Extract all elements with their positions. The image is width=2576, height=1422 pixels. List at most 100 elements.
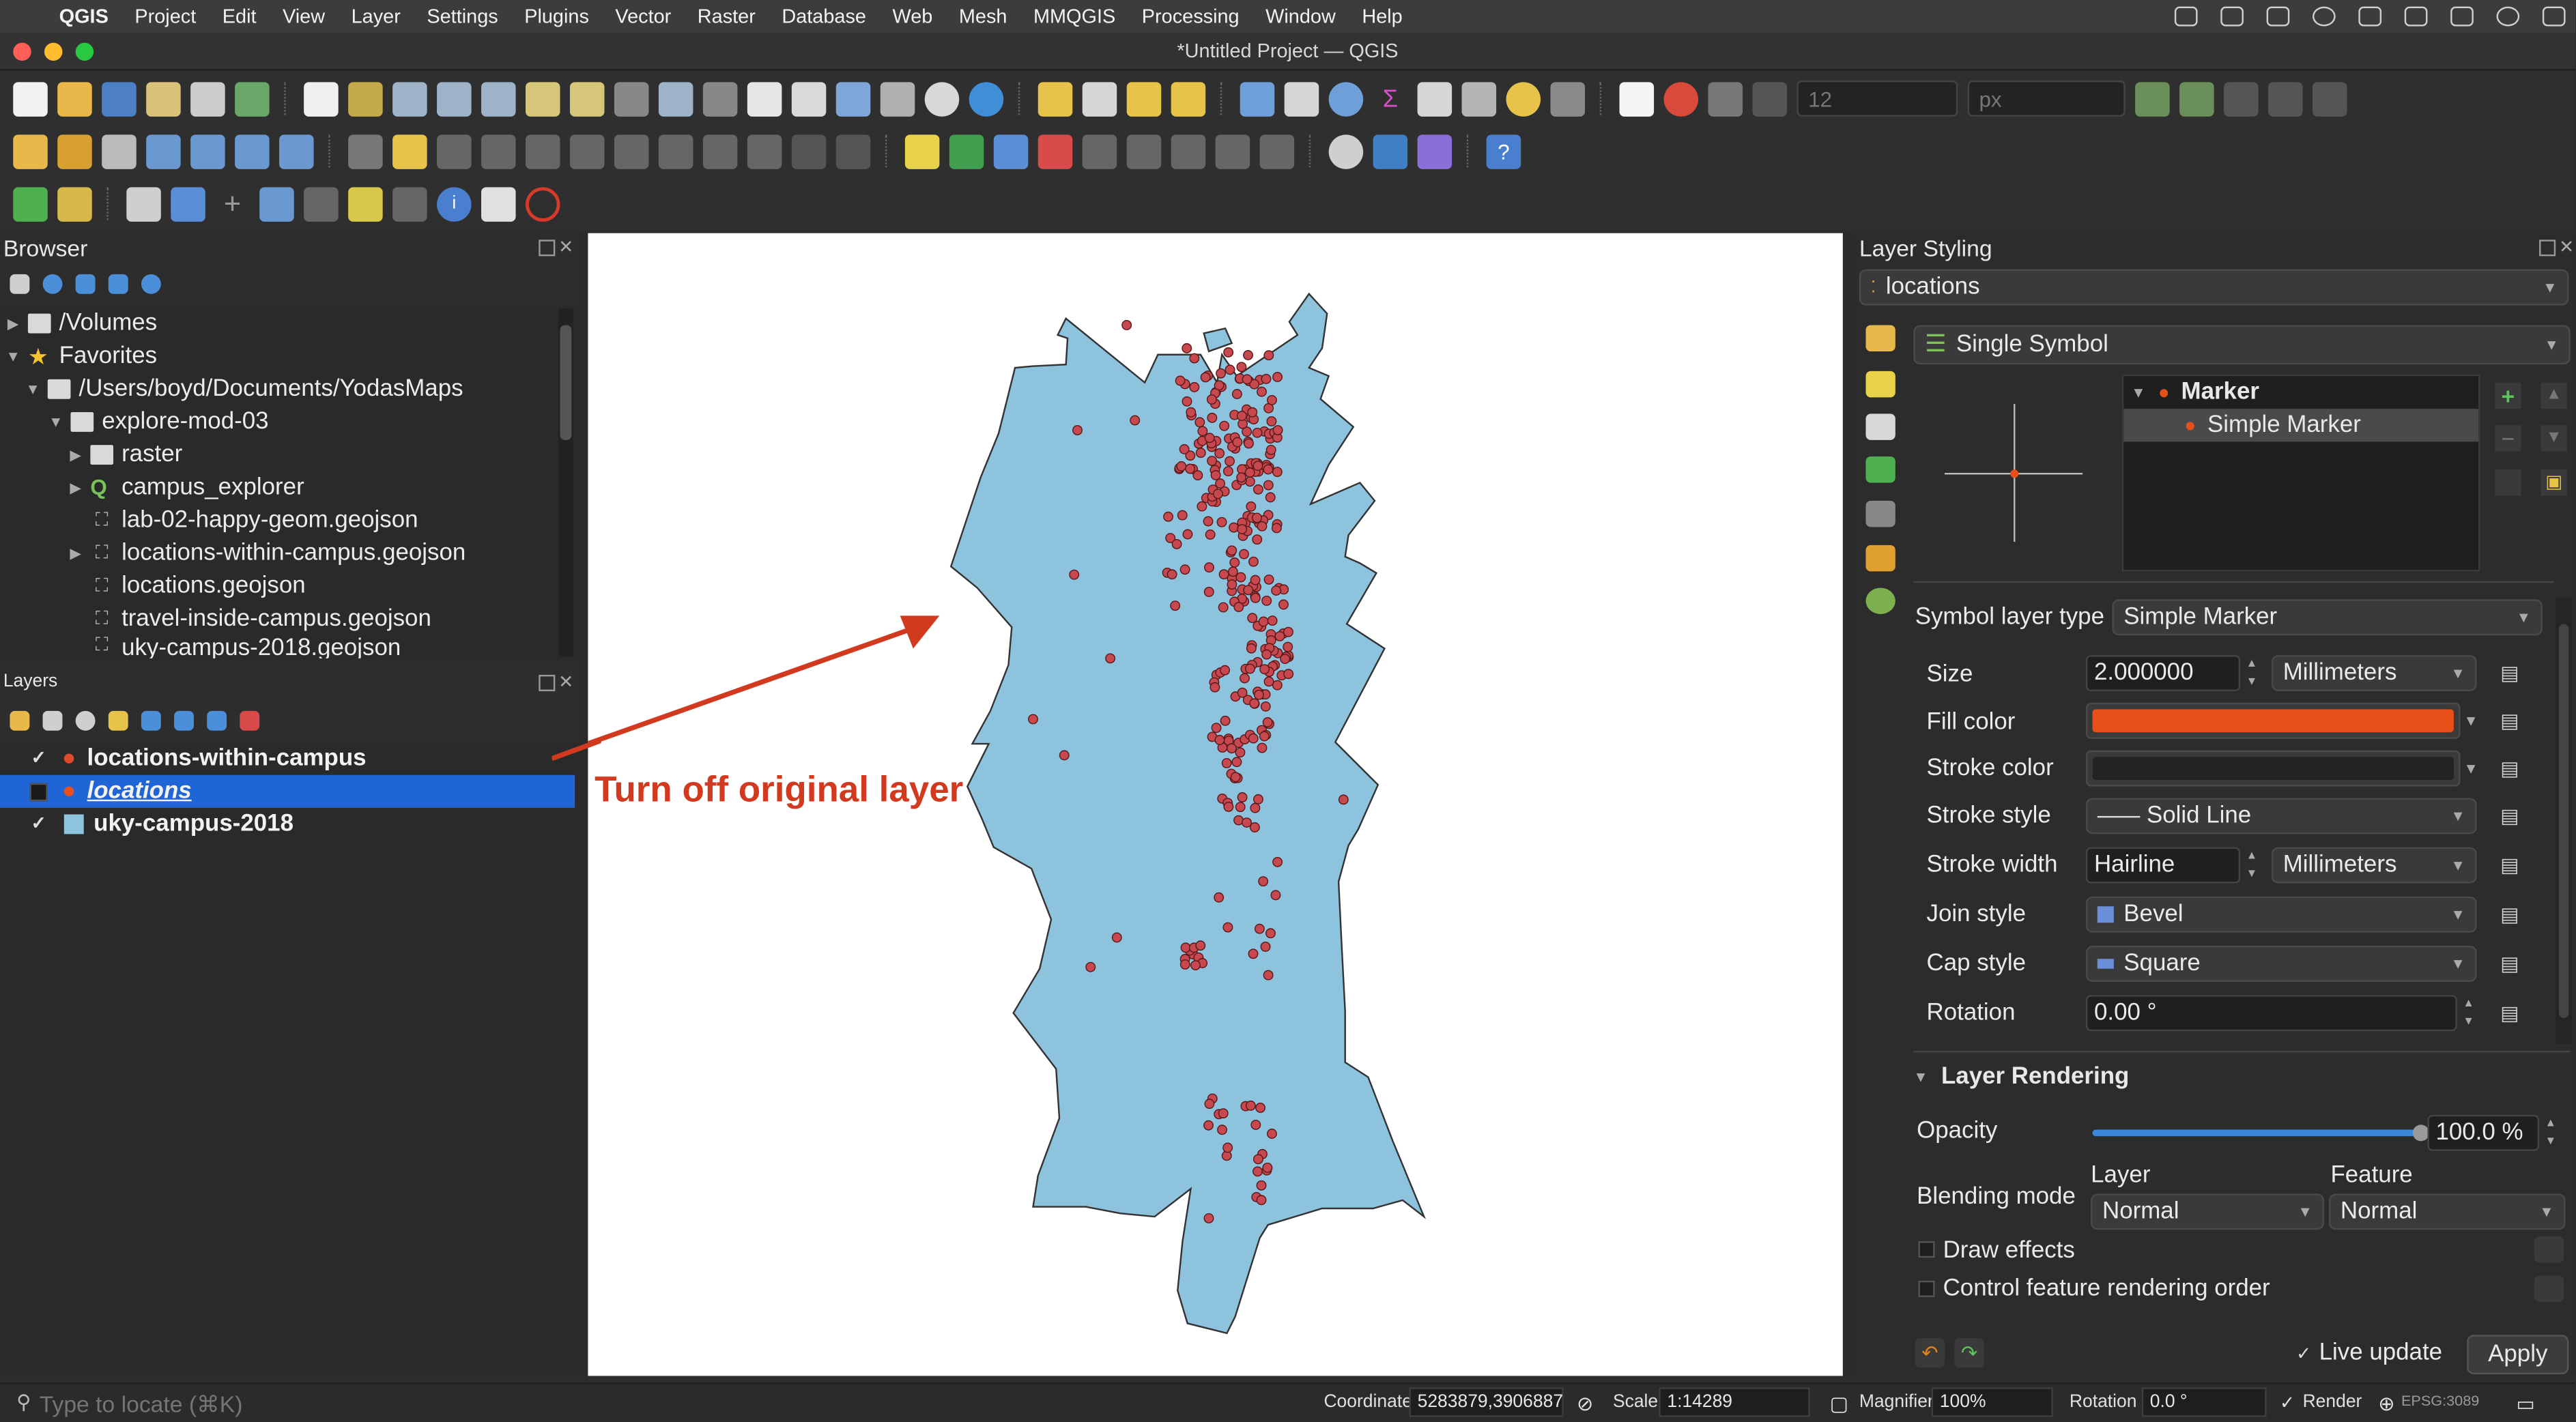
select-by-value-icon[interactable] — [1082, 81, 1117, 116]
deselect-features-icon[interactable] — [1126, 81, 1162, 116]
self-snapping-icon[interactable] — [2268, 81, 2303, 116]
data-defined-override-icon[interactable]: ▤ — [2493, 753, 2526, 783]
volume-icon[interactable] — [2404, 6, 2428, 27]
layer-visibility-checkbox[interactable]: ✓ — [29, 749, 47, 767]
zoom-next-icon[interactable] — [702, 81, 738, 116]
menu-window[interactable]: Window — [1253, 5, 1349, 28]
measure-angle-icon[interactable] — [526, 186, 560, 221]
layer-row-locations[interactable]: locations — [0, 774, 575, 808]
new-geopackage-layer-icon[interactable] — [57, 134, 92, 169]
undo-style-icon[interactable]: ↶ — [1915, 1338, 1945, 1368]
wifi-icon[interactable] — [2450, 6, 2474, 27]
georeferencer-icon[interactable] — [126, 186, 161, 221]
filter-legend-icon[interactable] — [108, 710, 128, 731]
opacity-input[interactable]: 100.0 % — [2427, 1114, 2540, 1151]
display-icon[interactable] — [2358, 6, 2382, 27]
menu-mesh[interactable]: Mesh — [946, 5, 1020, 28]
add-vector-layer-icon[interactable] — [146, 134, 181, 169]
manage-map-themes-icon[interactable] — [75, 710, 96, 731]
browser-item-yodasmaps[interactable]: ▼ /Users/boyd/Documents/YodasMaps — [23, 373, 463, 405]
data-defined-override-icon[interactable]: ▤ — [2493, 949, 2526, 978]
layer-rendering-header[interactable]: ▼ Layer Rendering — [1913, 1064, 2129, 1090]
symbology-tab-icon[interactable] — [1865, 325, 1895, 351]
menu-help[interactable]: Help — [1349, 5, 1416, 28]
expand-arrow-icon[interactable]: ▶ — [66, 478, 85, 496]
blend-feature-select[interactable]: Normal ▼ — [2329, 1193, 2566, 1230]
data-defined-override-icon[interactable]: ▤ — [2493, 850, 2526, 880]
terminal-icon[interactable] — [2266, 6, 2290, 27]
browser-item-locations-within-campus[interactable]: ▶ ⛶ locations-within-campus.geojson — [66, 537, 466, 570]
show-bookmarks-icon[interactable] — [880, 81, 915, 116]
menu-edit[interactable]: Edit — [209, 5, 269, 28]
pan-to-selection-icon[interactable] — [348, 81, 383, 116]
modify-attributes-icon[interactable] — [569, 134, 605, 169]
undo-history-icon[interactable] — [1865, 587, 1895, 614]
collapse-arrow-icon[interactable]: ▼ — [3, 348, 23, 364]
close-panel-icon[interactable]: ✕ — [558, 671, 573, 693]
status-icon[interactable] — [2174, 6, 2198, 27]
creative-cloud-icon[interactable] — [2220, 6, 2244, 27]
data-defined-override-icon[interactable]: ▤ — [2493, 658, 2526, 688]
chevron-down-icon[interactable]: ▼ — [2463, 760, 2478, 777]
rotation-status-input[interactable]: 0.0 ° — [2141, 1387, 2267, 1417]
remove-symbol-layer-button[interactable]: − — [2495, 425, 2521, 452]
save-project-icon[interactable] — [102, 81, 137, 116]
snap-segment-icon[interactable] — [1752, 81, 1787, 116]
size-input[interactable]: 2.000000 — [2085, 655, 2241, 692]
symbol-layer-type-select[interactable]: Simple Marker ▼ — [2112, 599, 2543, 636]
move-down-button[interactable]: ▼ — [2541, 425, 2567, 452]
stroke-color-button[interactable] — [2085, 750, 2461, 787]
apply-button[interactable]: Apply — [2467, 1335, 2569, 1375]
fill-color-button[interactable] — [2085, 702, 2461, 739]
pan-map-icon[interactable] — [304, 81, 339, 116]
layer-select[interactable]: ⁚ locations ▼ — [1859, 269, 2569, 306]
right-splitter[interactable] — [1842, 233, 1853, 1376]
settings-gear-icon[interactable] — [1550, 81, 1586, 116]
info-icon[interactable]: i — [437, 186, 472, 221]
add-point-icon[interactable]: + — [215, 186, 250, 221]
properties-icon[interactable] — [141, 274, 161, 294]
float-panel-icon[interactable] — [2539, 240, 2556, 257]
vertex-tool-icon[interactable] — [526, 134, 560, 169]
new-map-view-icon[interactable] — [747, 81, 782, 116]
tree-simple-marker-row[interactable]: Simple Marker — [2123, 409, 2479, 442]
toggle-editing-icon[interactable] — [392, 134, 427, 169]
opacity-spinner[interactable]: ▲ ▼ — [2543, 1115, 2559, 1151]
layer-row-locations-within-campus[interactable]: ✓ locations-within-campus — [0, 742, 575, 775]
stroke-width-spinner[interactable]: ▲ ▼ — [2244, 847, 2260, 884]
move-label-icon[interactable] — [1126, 134, 1162, 169]
select-location-icon[interactable] — [1171, 81, 1206, 116]
layout-manager-icon[interactable] — [190, 81, 225, 116]
snap-vertex-icon[interactable] — [1708, 81, 1743, 116]
new-print-layout-icon[interactable] — [146, 81, 181, 116]
snap-intersection-icon[interactable] — [2313, 81, 2347, 116]
add-mesh-layer-icon[interactable] — [235, 134, 270, 169]
browser-scrollbar-thumb[interactable] — [560, 325, 572, 440]
join-style-select[interactable]: Bevel ▼ — [2085, 896, 2477, 933]
toolbox-icon[interactable] — [1328, 81, 1364, 116]
new-3d-map-icon[interactable] — [791, 81, 827, 116]
crs-label[interactable]: EPSG:3089 — [2401, 1393, 2479, 1409]
menu-processing[interactable]: Processing — [1129, 5, 1253, 28]
data-defined-override-icon[interactable]: ▤ — [2493, 801, 2526, 830]
browser-item-lab-02[interactable]: ⛶ lab-02-happy-geom.geojson — [85, 504, 418, 537]
menu-view[interactable]: View — [270, 5, 339, 28]
opacity-slider-handle[interactable] — [2412, 1124, 2429, 1142]
globe-icon[interactable] — [1328, 134, 1364, 169]
layer-visibility-checkbox[interactable] — [29, 782, 48, 801]
collapse-arrow-icon[interactable]: ▼ — [23, 381, 43, 397]
data-source-manager-icon[interactable] — [13, 134, 48, 169]
crs-globe-icon[interactable]: ⊕ — [2378, 1393, 2394, 1416]
stroke-width-input[interactable]: Hairline — [2085, 847, 2241, 884]
browser-item-campus-explorer[interactable]: ▶ Qcampus_explorer — [66, 471, 304, 504]
expand-arrow-icon[interactable]: ▶ — [66, 545, 85, 562]
stroke-style-select[interactable]: Solid Line ▼ — [2085, 798, 2477, 835]
menu-mmqgis[interactable]: MMQGIS — [1020, 5, 1129, 28]
avoid-overlap-icon[interactable] — [2224, 81, 2259, 116]
tree-marker-row[interactable]: ▼ Marker — [2123, 376, 2478, 409]
layer-row-uky-campus-2018[interactable]: ✓ uky-campus-2018 — [0, 808, 575, 841]
messages-icon[interactable]: ▭ — [2516, 1393, 2534, 1416]
open-layer-styling-icon[interactable] — [10, 710, 30, 731]
snapping-icon[interactable] — [1619, 81, 1655, 116]
expand-all-icon[interactable] — [174, 710, 194, 731]
